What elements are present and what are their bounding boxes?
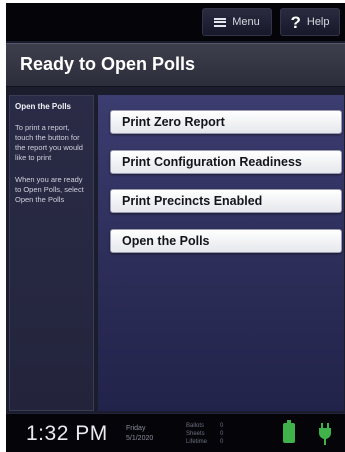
question-mark-icon: ? [290, 12, 301, 32]
instructions-panel: Open the Polls To print a report, touch … [9, 95, 94, 411]
instructions-heading: Open the Polls [15, 102, 72, 111]
counter-row: Lifetime 0 [186, 438, 228, 446]
counter-value: 0 [220, 439, 224, 445]
day-of-week: Friday [126, 425, 146, 432]
top-bar: Menu ? Help [6, 3, 345, 41]
instructions-text-report: To print a report, touch the button for … [15, 123, 83, 162]
counter-value: 0 [220, 423, 224, 429]
instructions-text-open-polls: When you are ready to Open Polls, select… [15, 175, 84, 204]
menu-button[interactable]: Menu [202, 8, 272, 36]
counter-row: Sheets 0 [186, 430, 228, 438]
title-bar: Ready to Open Polls [6, 43, 345, 87]
menu-label: Menu [232, 16, 260, 28]
date-display: Friday 5/1/2020 [126, 424, 153, 444]
counter-label: Lifetime [186, 439, 208, 445]
counter-row: Ballots 0 [186, 422, 228, 430]
current-date: 5/1/2020 [126, 435, 154, 442]
hamburger-icon [214, 17, 227, 27]
print-precincts-enabled-button[interactable]: Print Precincts Enabled [110, 189, 342, 213]
print-configuration-readiness-button[interactable]: Print Configuration Readiness [110, 150, 342, 174]
help-label: Help [306, 16, 330, 28]
counter-label: Sheets [186, 431, 205, 437]
help-button[interactable]: ? Help [280, 8, 340, 36]
status-bar: 1:32 PM Friday 5/1/2020 Ballots 0 Sheets… [6, 413, 345, 452]
clock-time: 1:32 PM [26, 422, 108, 445]
counter-label: Ballots [186, 423, 205, 429]
counter-value: 0 [220, 431, 224, 437]
open-the-polls-button[interactable]: Open the Polls [110, 229, 342, 253]
ballot-counters: Ballots 0 Sheets 0 Lifetime 0 [186, 422, 228, 446]
power-plug-icon [319, 423, 331, 445]
print-zero-report-button[interactable]: Print Zero Report [110, 110, 342, 134]
actions-panel: Print Zero Report Print Configuration Re… [98, 95, 344, 411]
page-title: Ready to Open Polls [20, 54, 196, 74]
voting-terminal-screen: Menu ? Help Ready to Open Polls Open the… [6, 3, 345, 452]
battery-icon [283, 420, 295, 443]
